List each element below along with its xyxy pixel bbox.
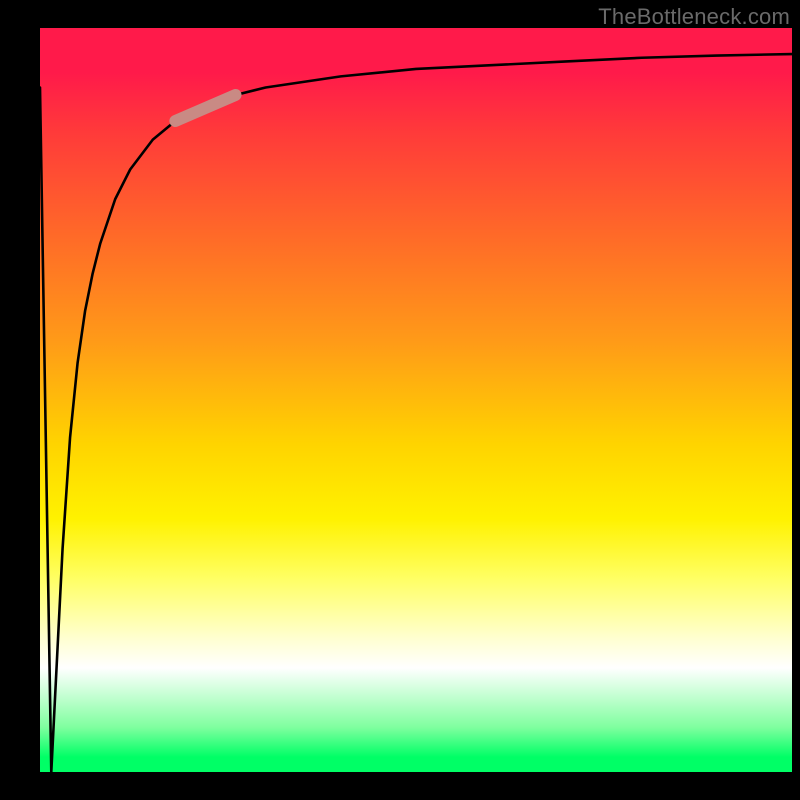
attribution-text: TheBottleneck.com <box>598 4 790 30</box>
chart-plot-area <box>40 28 792 772</box>
chart-curve-layer <box>40 28 792 772</box>
chart-line <box>40 54 792 772</box>
chart-highlight-segment <box>175 95 235 121</box>
